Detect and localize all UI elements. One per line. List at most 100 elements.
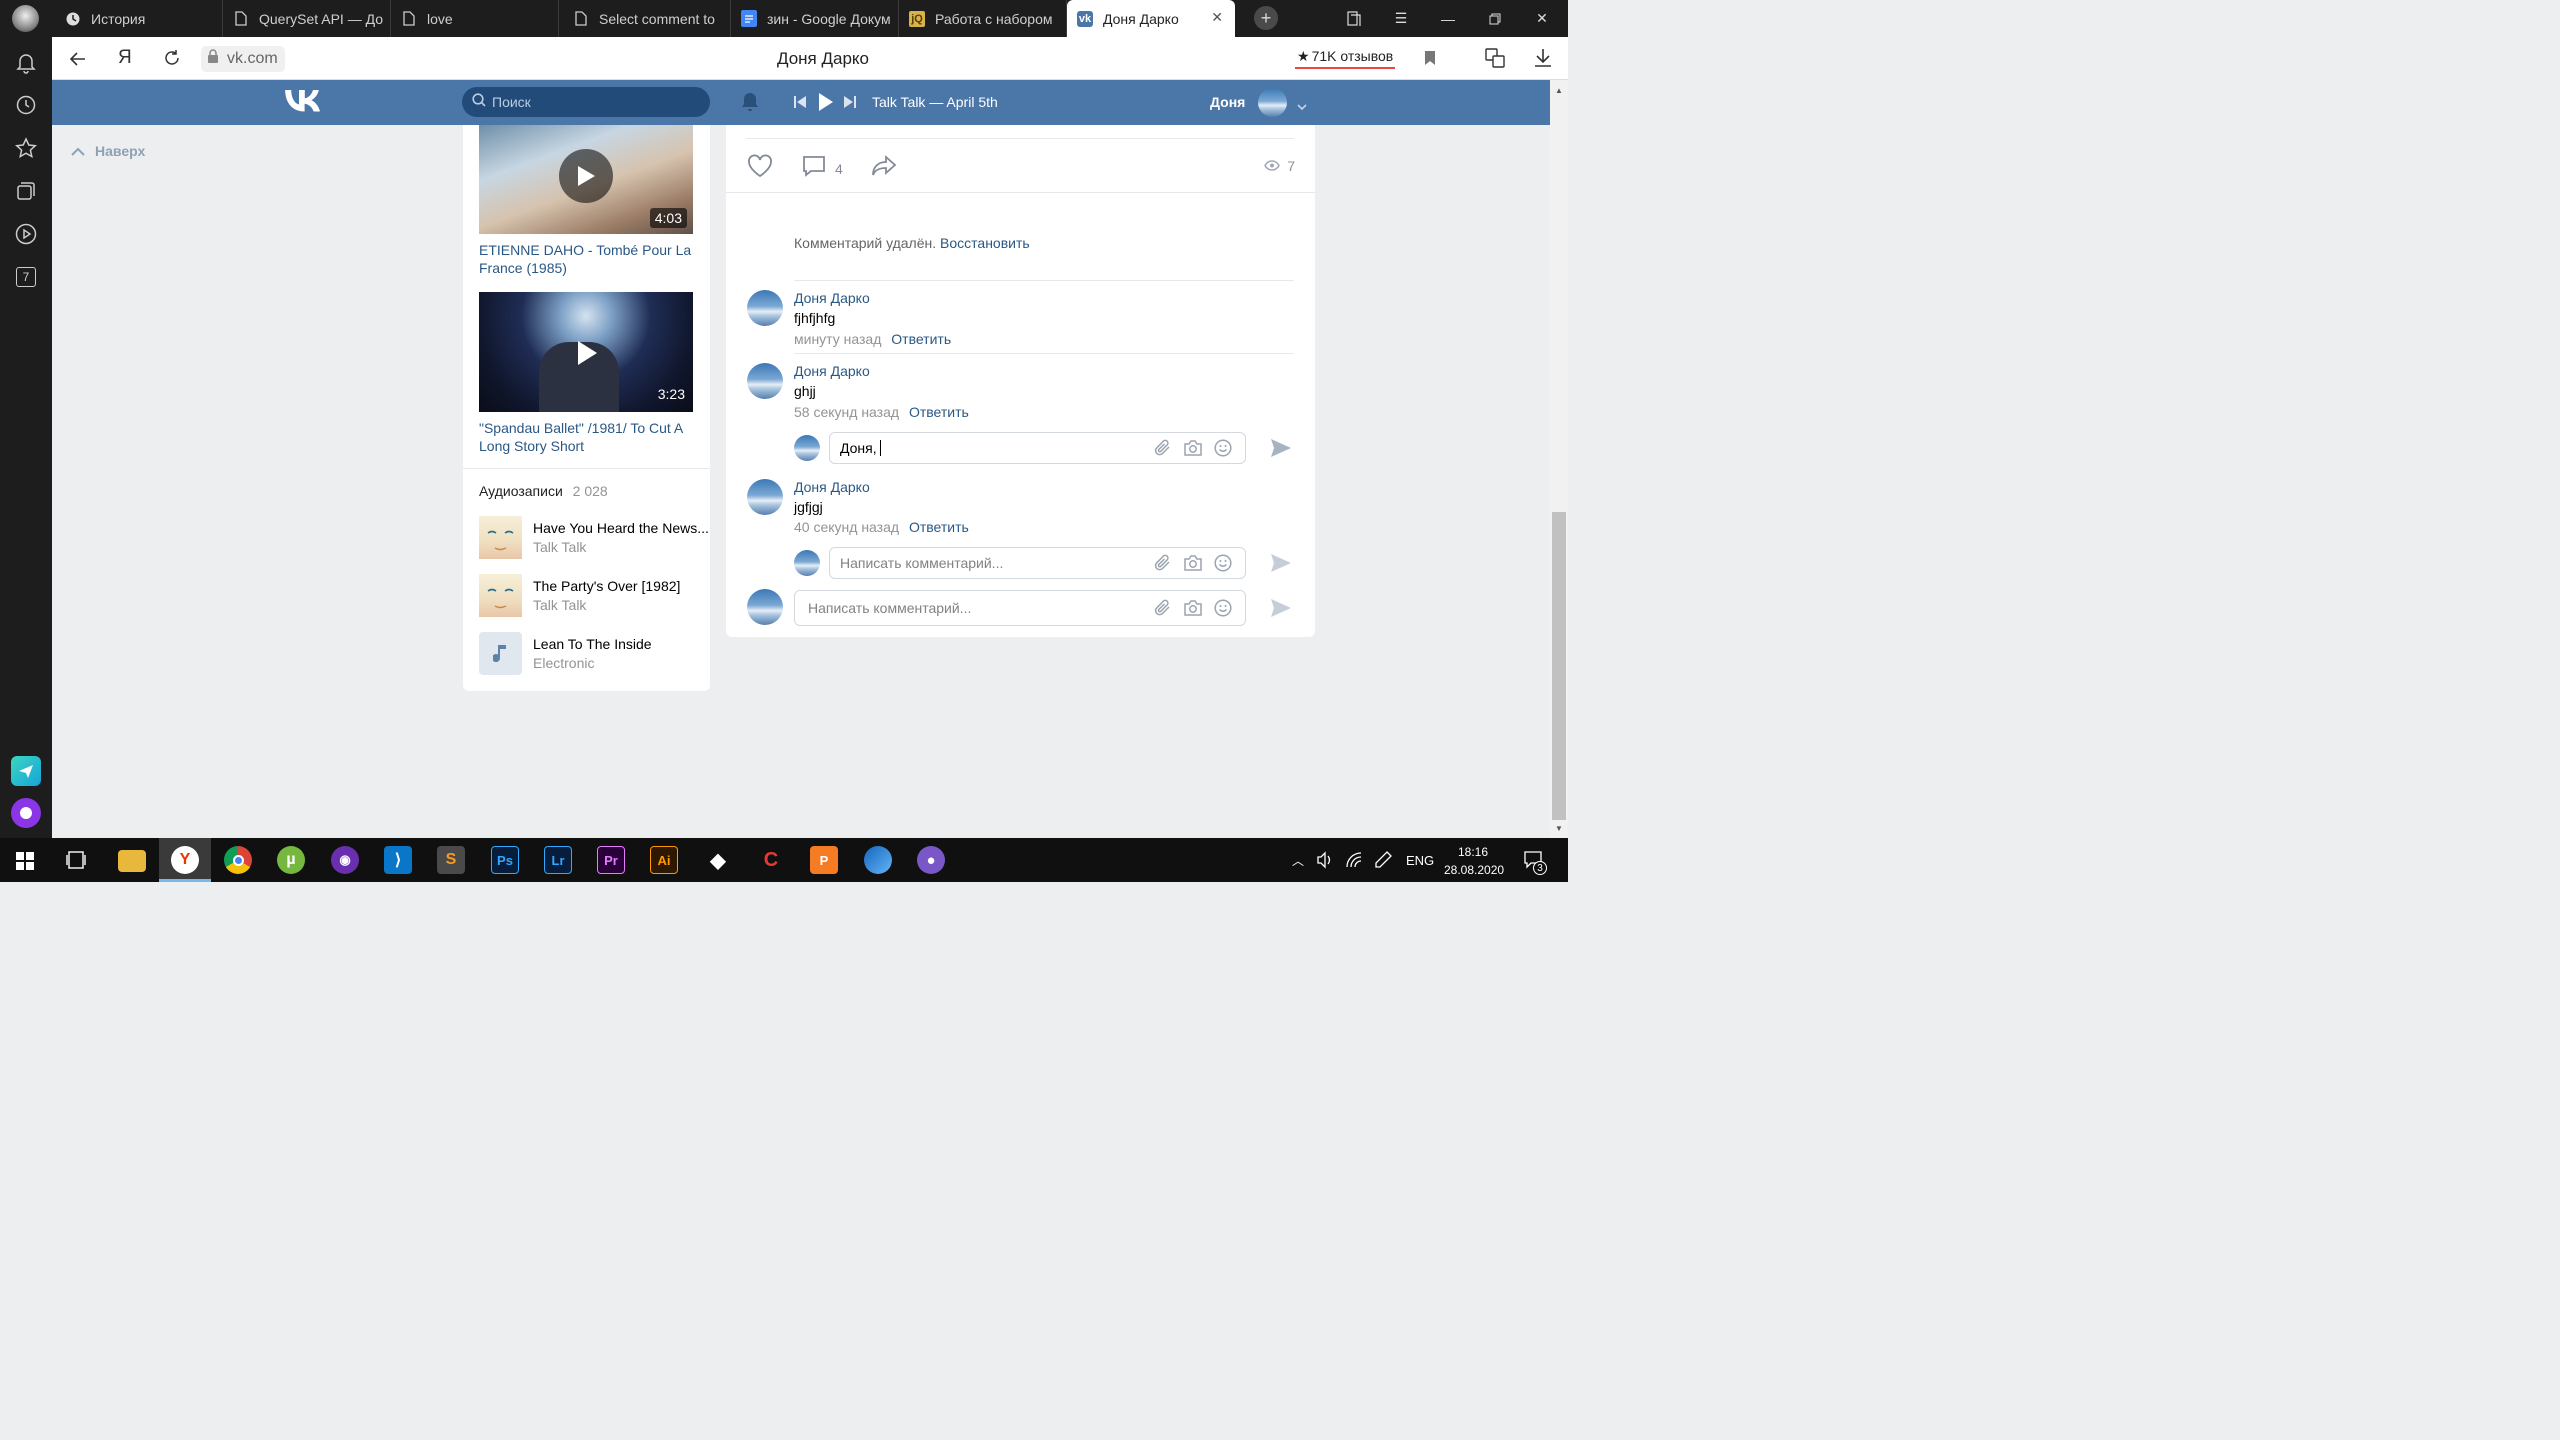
volume-icon[interactable]	[1316, 851, 1334, 874]
yandex-icon[interactable]: Я	[118, 47, 132, 69]
scroll-up-arrow-icon[interactable]: ▲	[1555, 86, 1563, 95]
clock-date[interactable]: 28.08.2020	[1444, 863, 1504, 877]
back-to-top[interactable]: Наверх	[71, 143, 145, 159]
play-circle-icon[interactable]	[14, 222, 38, 246]
comment-button[interactable]: 4	[802, 155, 843, 182]
chevron-up-tray-icon[interactable]: ︿	[1292, 852, 1304, 869]
media-player-icon[interactable]: ◉	[331, 846, 359, 874]
bookmarks-panel-icon[interactable]	[1331, 0, 1377, 37]
reply-link[interactable]: Ответить	[909, 519, 969, 535]
play-button-icon[interactable]	[559, 149, 613, 203]
tab-vk-active[interactable]: vk Доня Дарко ✕	[1067, 0, 1235, 37]
github-icon[interactable]: ●	[917, 846, 945, 874]
player-track-title[interactable]: Talk Talk — April 5th	[872, 94, 998, 110]
video-thumbnail[interactable]: 4:03	[479, 125, 693, 234]
notifications-bell-icon[interactable]	[740, 92, 760, 117]
tab-queryset-api[interactable]: QuerySet API — До	[223, 0, 391, 37]
chevron-down-icon[interactable]	[1297, 98, 1307, 116]
vk-search[interactable]: Поиск	[462, 87, 710, 117]
scrollbar-thumb[interactable]	[1552, 512, 1566, 820]
attach-icon[interactable]	[1154, 599, 1172, 622]
language-indicator[interactable]: ENG	[1406, 853, 1434, 868]
yandex-browser-icon[interactable]: Y	[171, 846, 199, 874]
audio-header[interactable]: Аудиозаписи 2 028	[479, 483, 608, 499]
sublime-text-icon[interactable]: S	[437, 846, 465, 874]
windows-start-icon[interactable]	[16, 852, 34, 875]
download-icon[interactable]	[1534, 48, 1552, 73]
share-icon[interactable]	[871, 154, 897, 182]
send-icon[interactable]	[1270, 598, 1292, 623]
emoji-icon[interactable]	[1214, 554, 1232, 577]
attach-icon[interactable]	[1154, 554, 1172, 577]
emoji-icon[interactable]	[1214, 439, 1232, 462]
main-comment-input[interactable]: Написать комментарий...	[794, 590, 1246, 626]
tab-love[interactable]: love	[391, 0, 559, 37]
page-scrollbar[interactable]: ▲ ▼	[1550, 80, 1568, 838]
file-explorer-icon[interactable]	[118, 850, 146, 872]
tab-google-docs[interactable]: зин - Google Докум	[731, 0, 899, 37]
messenger-app-icon[interactable]	[11, 756, 41, 786]
premiere-icon[interactable]: Pr	[597, 846, 625, 874]
back-arrow-icon[interactable]	[68, 49, 88, 69]
url-chip[interactable]: vk.com	[201, 46, 285, 72]
chrome-icon[interactable]	[224, 846, 252, 874]
lightroom-icon[interactable]: Lr	[544, 846, 572, 874]
video-thumbnail[interactable]: 3:23	[479, 292, 693, 412]
audio-track[interactable]: Have You Heard the News... Talk Talk	[479, 516, 709, 560]
reply-link[interactable]: Ответить	[909, 404, 969, 420]
audio-track[interactable]: Lean To The Inside Electronic	[479, 632, 701, 676]
alice-assistant-icon[interactable]	[11, 798, 41, 828]
restore-comment-link[interactable]: Восстановить	[940, 235, 1030, 251]
collections-icon[interactable]	[14, 179, 38, 203]
video-title[interactable]: "Spandau Ballet" /1981/ To Cut A Long St…	[479, 419, 693, 455]
comment-avatar[interactable]	[747, 290, 783, 326]
translate-icon[interactable]	[1485, 48, 1505, 73]
task-view-icon[interactable]	[66, 850, 88, 875]
play-button-icon[interactable]	[576, 340, 598, 371]
photoshop-icon[interactable]: Ps	[491, 846, 519, 874]
bell-icon[interactable]	[14, 51, 38, 75]
reviews-badge[interactable]: ★ 71K отзывов	[1295, 45, 1396, 69]
history-clock-icon[interactable]	[14, 93, 38, 117]
clock-time[interactable]: 18:16	[1458, 845, 1488, 859]
vscode-icon[interactable]: ⟩	[384, 846, 412, 874]
reply-link[interactable]: Ответить	[891, 331, 951, 347]
vk-logo[interactable]	[285, 90, 321, 117]
camera-icon[interactable]	[1183, 439, 1203, 462]
camera-icon[interactable]	[1183, 599, 1203, 622]
reload-icon[interactable]	[163, 49, 181, 72]
comment-avatar[interactable]	[747, 363, 783, 399]
browser-profile-avatar[interactable]	[12, 5, 39, 32]
ccleaner-icon[interactable]: C	[757, 846, 785, 874]
pen-icon[interactable]	[1373, 850, 1393, 875]
emoji-icon[interactable]	[1214, 599, 1232, 622]
close-tab-icon[interactable]: ✕	[1211, 9, 1223, 26]
illustrator-icon[interactable]: Ai	[650, 846, 678, 874]
prev-track-icon[interactable]	[794, 95, 806, 114]
send-icon[interactable]	[1270, 438, 1292, 463]
send-icon[interactable]	[1270, 553, 1292, 578]
bookmark-icon[interactable]	[1424, 50, 1436, 71]
restore-icon[interactable]	[1472, 0, 1518, 37]
close-window-icon[interactable]: ✕	[1519, 0, 1565, 37]
tab-history[interactable]: История	[55, 0, 223, 37]
attach-icon[interactable]	[1154, 439, 1172, 462]
audio-track[interactable]: The Party's Over [1982] Talk Talk	[479, 574, 701, 618]
like-button[interactable]	[747, 154, 773, 183]
calendar-badge-icon[interactable]: 7	[14, 265, 38, 289]
utorrent-icon[interactable]: µ	[277, 846, 305, 874]
wifi-icon[interactable]	[1345, 851, 1363, 874]
tab-jquery[interactable]: jQ Работа с набором	[899, 0, 1067, 37]
new-tab-button[interactable]: +	[1254, 6, 1278, 30]
video-title[interactable]: ETIENNE DAHO - Tombé Pour La France (198…	[479, 241, 693, 277]
comment-author[interactable]: Доня Дарко	[794, 363, 870, 379]
minimize-icon[interactable]: —	[1425, 0, 1471, 37]
scroll-down-arrow-icon[interactable]: ▼	[1555, 824, 1563, 833]
star-icon[interactable]	[14, 136, 38, 160]
browser-app-icon[interactable]	[864, 846, 892, 874]
presentation-app-icon[interactable]: P	[810, 846, 838, 874]
play-icon[interactable]	[818, 92, 834, 117]
user-name[interactable]: Доня	[1210, 94, 1245, 110]
browser-menu-icon[interactable]: ☰	[1378, 0, 1424, 37]
inkscape-icon[interactable]: ◆	[704, 846, 732, 874]
